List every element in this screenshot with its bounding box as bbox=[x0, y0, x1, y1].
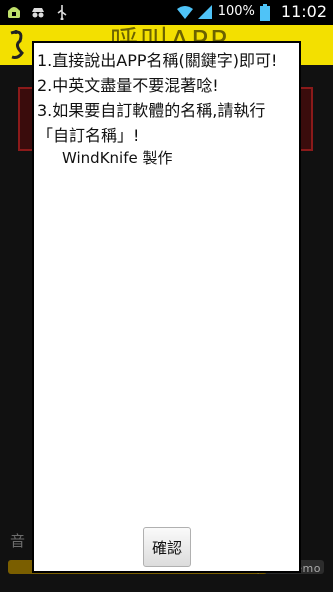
volume-label: 音 bbox=[10, 532, 26, 550]
signal-icon bbox=[197, 4, 213, 20]
author-credit: WindKnife 製作 bbox=[62, 149, 173, 167]
battery-icon bbox=[259, 4, 276, 21]
dialog-message: 1.直接說出APP名稱(關鍵字)即可! 2.中英文盡量不要混著唸! 3.如果要自… bbox=[37, 48, 295, 148]
usb-icon bbox=[54, 4, 70, 21]
instruction-line-3: 3.如果要自訂軟體的名稱,請執行「自訂名稱」! bbox=[37, 101, 266, 145]
instruction-line-2: 2.中英文盡量不要混著唸! bbox=[37, 76, 219, 95]
incognito-icon bbox=[30, 4, 46, 20]
status-bar-notifications bbox=[6, 4, 70, 21]
android-debug-icon bbox=[6, 4, 22, 20]
wifi-icon bbox=[176, 4, 193, 20]
instructions-dialog: 1.直接說出APP名稱(關鍵字)即可! 2.中英文盡量不要混著唸! 3.如果要自… bbox=[32, 41, 301, 573]
clock: 11:02 bbox=[280, 2, 327, 21]
app-logo-icon bbox=[10, 30, 24, 59]
confirm-button[interactable]: 確認 bbox=[143, 527, 191, 567]
instruction-line-1: 1.直接說出APP名稱(關鍵字)即可! bbox=[37, 51, 278, 70]
